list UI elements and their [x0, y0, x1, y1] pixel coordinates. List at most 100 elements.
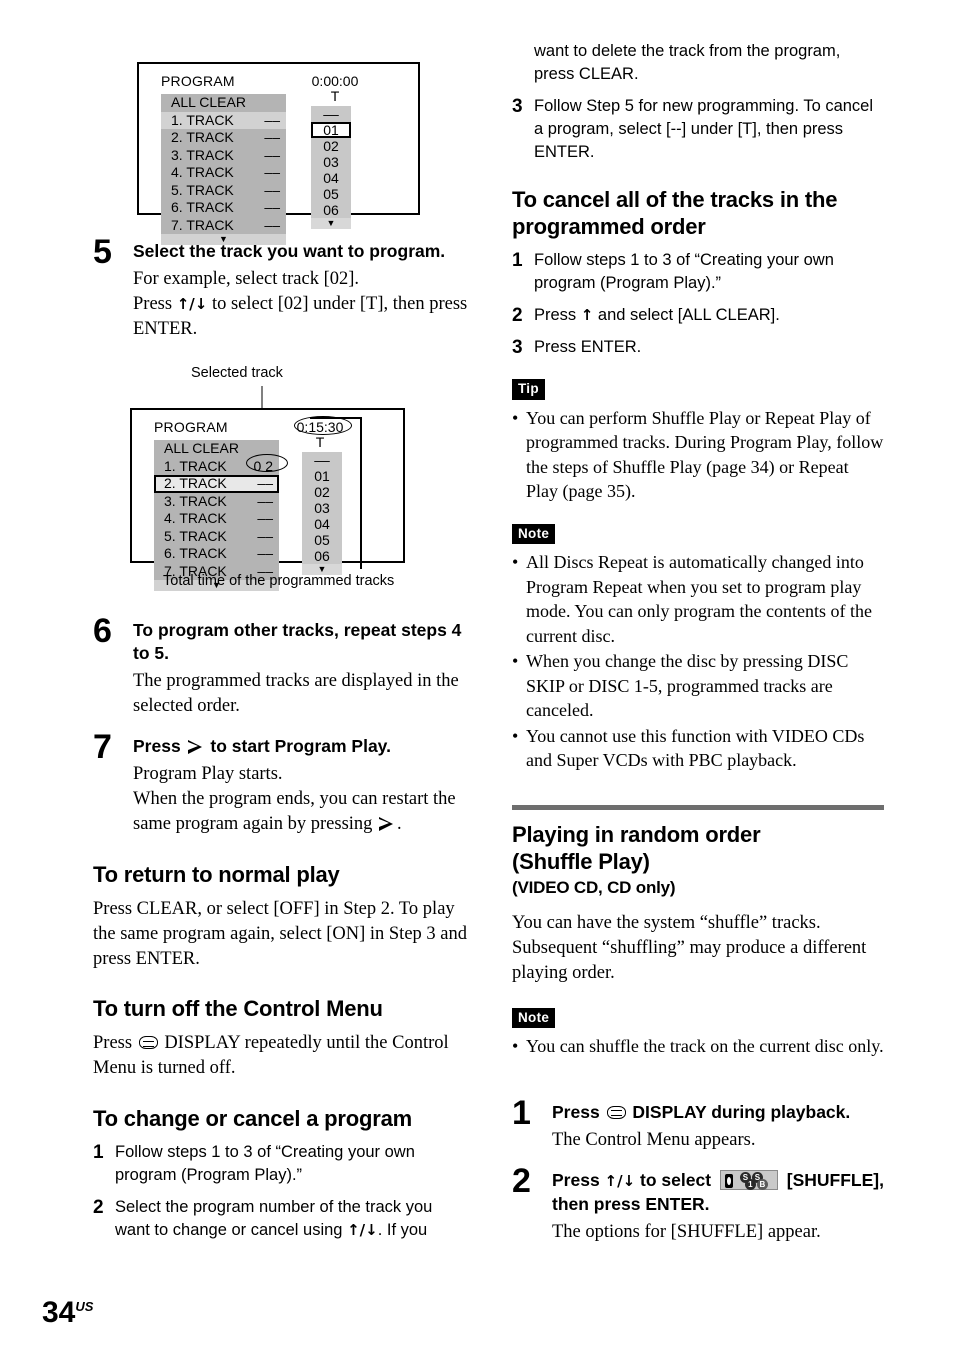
osd-track-row-6: 6. TRACK –– [154, 545, 279, 563]
osd-t-label: T [330, 88, 340, 104]
shuffle-step-1: 1 Press DISPLAY during playback. The Con… [512, 1096, 884, 1153]
osd-row-label: 1. TRACK [164, 457, 227, 474]
osd-scroll-down-icon: ▼ [311, 218, 351, 229]
step-text: Follow steps 1 to 3 of “Creating your ow… [115, 1143, 415, 1184]
osd-row-value: –– [264, 164, 280, 180]
osd-number-dash: –– [314, 452, 330, 468]
osd-row-all-clear: ALL CLEAR [161, 94, 286, 112]
section-title-line-1: Playing in random order [512, 821, 761, 847]
osd-row-value: –– [264, 146, 280, 163]
osd-timecode: 0:15:30 [296, 419, 344, 435]
osd-number: 05 [314, 532, 330, 548]
step-heading-prefix: Press [133, 736, 186, 756]
play-icon [187, 740, 203, 754]
osd-track-row-6: 6. TRACK –– [161, 199, 286, 217]
disc-icon [724, 1173, 733, 1188]
cancel-step-2: 2 Press ↑ and select [ALL CLEAR]. [512, 304, 884, 327]
up-down-arrows-icon: ↑/↓ [604, 1171, 636, 1190]
step-text-suffix: . If you [377, 1221, 428, 1239]
display-button-icon [606, 1105, 626, 1119]
list-item: All Discs Repeat is automatically change… [512, 550, 884, 648]
change-step-1: 1 Follow steps 1 to 3 of “Creating your … [93, 1141, 471, 1187]
step-5: 5 Select the track you want to program. … [93, 233, 471, 342]
left-column: PROGRAM 0:00:00 T ALL CLEAR 1. TRACK –– … [93, 40, 471, 1242]
step-body-line-1: Program Play starts. [133, 764, 283, 784]
osd-number: 04 [314, 516, 330, 532]
up-down-arrows-icon: ↑/↓ [347, 1221, 378, 1239]
heading-change-or-cancel-program: To change or cancel a program [93, 1106, 412, 1131]
osd-number: 02 [323, 138, 339, 154]
osd-row-value: –– [257, 492, 273, 509]
list-item: When you change the disc by pressing DIS… [512, 649, 884, 723]
page-number: 34 [42, 1296, 76, 1329]
osd-track-row-4: 4. TRACK –– [154, 510, 279, 528]
up-arrow-icon: ↑ [580, 306, 594, 324]
osd-row-value-selected: 0 2 [253, 457, 273, 474]
osd-timecode: 0:00:00 [311, 73, 359, 89]
osd-number: 02 [314, 484, 330, 500]
cancel-step-3: 3 Press ENTER. [512, 336, 884, 359]
osd-number-list: –– 01 02 03 04 05 06 ▼ [311, 106, 351, 229]
osd-track-row-5: 5. TRACK –– [161, 182, 286, 200]
step-body: The programmed tracks are displayed in t… [133, 671, 459, 716]
osd-scroll-down-icon: ▼ [161, 234, 286, 245]
step-heading-mid: to select [635, 1169, 716, 1190]
osd-number: 06 [314, 548, 330, 564]
step-6: 6 To program other tracks, repeat steps … [93, 612, 471, 719]
step-body: The Control Menu appears. [552, 1129, 756, 1150]
step-text-suffix: and select [ALL CLEAR]. [593, 306, 780, 324]
osd-number: 04 [323, 170, 339, 186]
step-text: Follow Step 5 for new programming. To ca… [534, 97, 874, 161]
step-body-line-2b: . [397, 814, 402, 834]
step-heading: To program other tracks, repeat steps 4 … [133, 620, 462, 663]
page-region-suffix: US [75, 1299, 94, 1314]
section-title: Playing in random order (Shuffle Play) [512, 821, 884, 875]
osd-row-value: –– [264, 199, 280, 215]
step-number: 2 [93, 1197, 104, 1218]
osd-track-row-4: 4. TRACK –– [161, 164, 286, 182]
osd-track-list: ALL CLEAR 1. TRACK 0 2 2. TRACK –– 3. TR… [154, 440, 279, 591]
step-heading-suffix: DISPLAY during playback. [627, 1101, 851, 1122]
osd-row-value: –– [257, 545, 273, 561]
play-icon [379, 817, 394, 831]
osd-row-value: –– [257, 475, 273, 491]
step-number: 3 [512, 337, 523, 358]
tip-bullet-list: You can perform Shuffle Play or Repeat P… [512, 406, 884, 504]
right-column: want to delete the track from the progra… [512, 40, 884, 1245]
paragraph-turn-off-control-menu: Press DISPLAY repeatedly until the Contr… [93, 1031, 471, 1081]
step-heading-prefix: Press [552, 1169, 605, 1190]
cancel-step-1: 1 Follow steps 1 to 3 of “Creating your … [512, 249, 884, 295]
heading-return-to-normal-play: To return to normal play [93, 862, 340, 887]
display-button-icon [138, 1036, 158, 1049]
step-number: 1 [512, 250, 523, 271]
osd-number: 05 [323, 186, 339, 202]
callout-total-time: Total time of the programmed tracks [163, 573, 395, 589]
osd-row-label: 2. TRACK [164, 475, 227, 491]
step-text: Press ENTER. [534, 338, 642, 356]
list-item: You can perform Shuffle Play or Repeat P… [512, 406, 884, 504]
osd-track-row-7: 7. TRACK –– [161, 217, 286, 235]
osd-row-label: ALL CLEAR [164, 440, 239, 456]
osd-row-value: –– [257, 510, 273, 526]
shuffle-ball: 1 [744, 1178, 756, 1190]
heading-cancel-all-tracks: To cancel all of the tracks in the progr… [512, 187, 838, 239]
osd-track-row-1: 1. TRACK 0 2 [154, 458, 279, 476]
step-number: 6 [93, 612, 112, 650]
step-number: 3 [512, 96, 523, 117]
step-body-line-2a: When the program ends, you can restart t… [133, 789, 456, 834]
step-number: 2 [512, 305, 523, 326]
osd-row-value: –– [264, 216, 280, 233]
up-down-arrows-icon: ↑/↓ [176, 295, 208, 313]
osd-track-row-3: 3. TRACK –– [161, 147, 286, 165]
osd-row-label: 6. TRACK [164, 545, 227, 561]
step-line-2a: Press [133, 294, 177, 314]
osd-number: 06 [323, 202, 339, 218]
osd-row-label: 3. TRACK [164, 492, 227, 509]
change-step-3: 3 Follow Step 5 for new programming. To … [512, 95, 884, 164]
osd-row-label: 6. TRACK [171, 199, 234, 215]
step-number: 5 [93, 233, 112, 271]
step-heading-suffix: to start Program Play. [205, 736, 391, 756]
osd-row-label: 4. TRACK [164, 510, 227, 526]
step-number: 7 [93, 728, 112, 766]
step-line-1: For example, select track [02]. [133, 269, 360, 289]
